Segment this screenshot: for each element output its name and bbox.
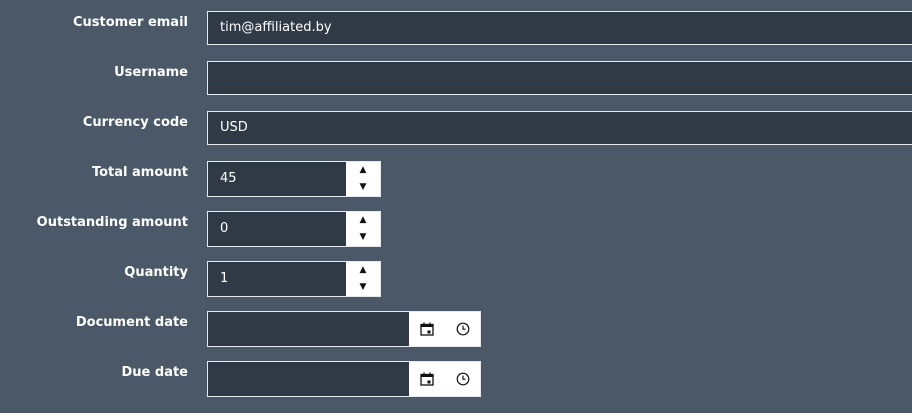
due-date-label: Due date bbox=[121, 365, 189, 380]
due-date-calendar-button[interactable] bbox=[409, 362, 445, 396]
currency-code-row: Currency code USD bbox=[0, 111, 912, 149]
total-amount-stepper: 45 ▲ ▼ bbox=[207, 161, 381, 197]
clock-icon bbox=[456, 372, 469, 386]
quantity-increment-button[interactable]: ▲ bbox=[346, 262, 380, 279]
quantity-decrement-button[interactable]: ▼ bbox=[346, 279, 380, 296]
customer-email-input[interactable]: tim@affiliated.by bbox=[207, 11, 912, 45]
document-date-calendar-button[interactable] bbox=[409, 312, 445, 346]
total-amount-label: Total amount bbox=[91, 165, 188, 180]
document-date-picker bbox=[207, 311, 481, 347]
calendar-icon bbox=[420, 322, 434, 336]
due-date-input[interactable] bbox=[208, 362, 408, 396]
quantity-spin-buttons: ▲ ▼ bbox=[346, 262, 380, 296]
outstanding-amount-stepper: 0 ▲ ▼ bbox=[207, 211, 381, 247]
due-date-picker bbox=[207, 361, 481, 397]
outstanding-amount-spin-buttons: ▲ ▼ bbox=[346, 212, 380, 246]
outstanding-amount-label: Outstanding amount bbox=[36, 215, 188, 230]
document-date-label: Document date bbox=[75, 315, 188, 330]
username-label: Username bbox=[114, 65, 188, 80]
outstanding-amount-increment-button[interactable]: ▲ bbox=[346, 212, 380, 229]
outstanding-amount-row: Outstanding amount 0 ▲ ▼ bbox=[0, 211, 912, 249]
document-date-input[interactable] bbox=[208, 312, 408, 346]
document-date-time-button[interactable] bbox=[445, 312, 480, 346]
total-amount-input[interactable]: 45 bbox=[208, 162, 346, 196]
total-amount-spin-buttons: ▲ ▼ bbox=[346, 162, 380, 196]
total-amount-row: Total amount 45 ▲ ▼ bbox=[0, 161, 912, 199]
quantity-stepper: 1 ▲ ▼ bbox=[207, 261, 381, 297]
outstanding-amount-decrement-button[interactable]: ▼ bbox=[346, 229, 380, 246]
due-date-time-button[interactable] bbox=[445, 362, 480, 396]
username-row: Username bbox=[0, 61, 912, 99]
currency-code-label: Currency code bbox=[82, 115, 188, 130]
customer-email-label: Customer email bbox=[72, 15, 188, 30]
total-amount-increment-button[interactable]: ▲ bbox=[346, 162, 380, 179]
quantity-row: Quantity 1 ▲ ▼ bbox=[0, 261, 912, 299]
quantity-input[interactable]: 1 bbox=[208, 262, 346, 296]
customer-email-row: Customer email tim@affiliated.by bbox=[0, 11, 912, 49]
document-date-row: Document date bbox=[0, 311, 912, 349]
clock-icon bbox=[456, 322, 469, 336]
outstanding-amount-input[interactable]: 0 bbox=[208, 212, 346, 246]
due-date-row: Due date bbox=[0, 361, 912, 399]
username-input[interactable] bbox=[207, 61, 912, 95]
currency-code-input[interactable]: USD bbox=[207, 111, 912, 145]
calendar-icon bbox=[420, 372, 434, 386]
quantity-label: Quantity bbox=[124, 265, 188, 280]
total-amount-decrement-button[interactable]: ▼ bbox=[346, 179, 380, 196]
